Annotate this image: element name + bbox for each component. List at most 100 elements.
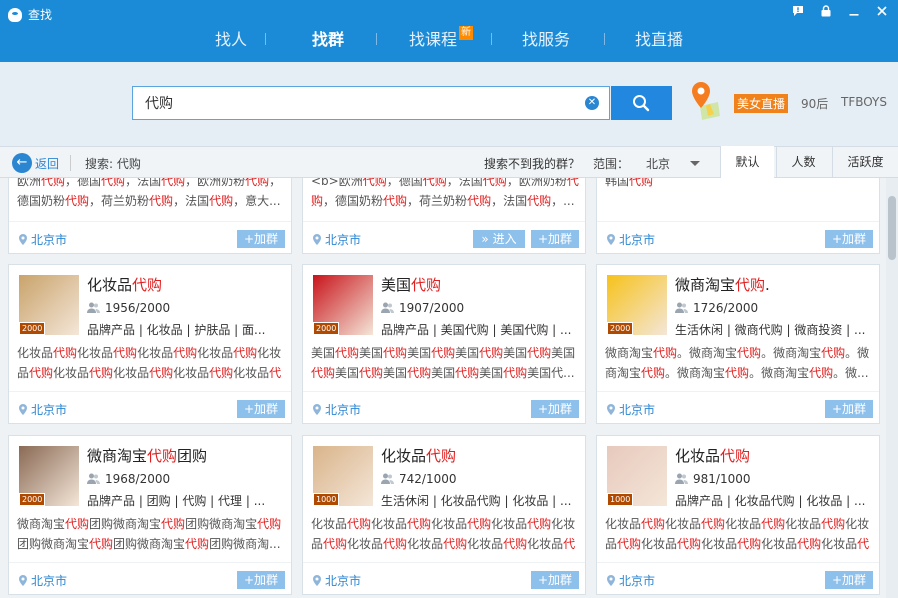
group-name-text: 化妆品 — [87, 276, 133, 294]
tab-find-groups[interactable]: 找群 — [312, 26, 344, 50]
group-name[interactable]: 微商淘宝代购团购 — [87, 445, 207, 466]
group-name-suffix: 团购 — [177, 447, 208, 465]
group-avatar[interactable]: 1000 — [607, 446, 667, 506]
range-label: 范围： — [593, 157, 630, 171]
location-pin-icon — [19, 234, 27, 245]
join-group-button[interactable]: +加群 — [825, 571, 873, 589]
card-footer: 北京市 +加群 — [303, 391, 585, 423]
back-arrow-icon: ← — [12, 153, 32, 173]
hot-search-tag[interactable]: 美女直播 — [734, 94, 789, 113]
range-select[interactable]: 北京 — [646, 155, 670, 172]
group-tags: 生活休闲 | 微商代购 | 微商投资 | ... — [675, 323, 866, 337]
back-button[interactable]: ← 返回 — [12, 153, 59, 173]
join-group-button[interactable]: +加群 — [237, 400, 285, 418]
group-location: 北京市 — [313, 231, 361, 248]
hot-search-term[interactable]: 90后 — [801, 95, 828, 112]
join-group-button[interactable]: +加群 — [825, 230, 873, 248]
group-name[interactable]: 化妆品代购 — [381, 445, 456, 466]
tab-find-people[interactable]: 找人 — [215, 26, 247, 50]
join-group-button[interactable]: +加群 — [825, 400, 873, 418]
feedback-icon[interactable] — [788, 4, 808, 22]
group-avatar[interactable]: 2000 — [607, 275, 667, 335]
tab-find-courses-label: 找课程 — [409, 30, 458, 49]
group-name-text: 微商淘宝 — [675, 276, 736, 294]
avatar: 2000 — [19, 446, 79, 506]
card-footer: 北京市 » 进入 +加群 — [303, 221, 585, 253]
card-footer: 北京市 +加群 — [597, 221, 879, 253]
hot-search-term[interactable]: TFBOYS — [841, 95, 887, 109]
sort-activity[interactable]: 活跃度 — [832, 146, 898, 178]
location-pin-icon — [607, 404, 615, 415]
group-level-badge: 2000 — [19, 493, 46, 506]
card-footer: 北京市 +加群 — [303, 562, 585, 594]
card-footer: 北京市 +加群 — [597, 391, 879, 423]
group-card[interactable]: 2000 微商淘宝代购. 1726/2000 生活休闲 | 微商代购 | 微商投… — [596, 264, 880, 424]
sort-default[interactable]: 默认 — [720, 146, 774, 179]
keyword-highlight: 代购 — [527, 517, 552, 531]
search-input[interactable] — [133, 87, 553, 119]
group-tags: 生活休闲 | 化妆品代购 | 化妆品 | ... — [381, 494, 572, 508]
group-card[interactable]: 韩国代购 北京市 +加群 — [596, 178, 880, 254]
group-name[interactable]: 化妆品代购 — [87, 274, 162, 295]
group-card[interactable]: 1000 化妆品代购 742/1000 生活休闲 | 化妆品代购 | 化妆品 |… — [302, 435, 586, 595]
join-group-button[interactable]: +加群 — [531, 230, 579, 248]
search-area: ✕ 美女直播 90后 TFBOYS — [0, 62, 898, 146]
not-found-link[interactable]: 搜索不到我的群？ — [484, 155, 580, 172]
keyword-highlight: 代购 — [503, 537, 528, 551]
chevron-down-icon[interactable] — [690, 161, 700, 166]
search-button[interactable] — [611, 86, 672, 120]
group-card[interactable]: 2000 美国代购 1907/2000 品牌产品 | 美国代购 | 美国代购 |… — [302, 264, 586, 424]
keyword-highlight: 代购 — [479, 346, 504, 360]
scrollbar-thumb[interactable] — [888, 196, 896, 260]
map-pin-icon[interactable] — [688, 80, 722, 120]
group-avatar[interactable]: 2000 — [313, 275, 373, 335]
tab-find-services[interactable]: 找服务 — [522, 26, 570, 50]
keyword-highlight: 代购 — [209, 366, 234, 380]
group-card[interactable]: <b>欧洲代购，德国代购，法国代购，欧洲奶粉代购，德国奶粉代购，荷兰奶粉代购，法… — [302, 178, 586, 254]
join-group-button[interactable]: +加群 — [531, 400, 579, 418]
keyword-highlight: 代购 — [335, 346, 360, 360]
title-bar: 查找 找人 找群 找课程新 找服务 找直播 — [0, 0, 898, 62]
group-name[interactable]: 化妆品代购 — [675, 445, 750, 466]
clear-search-icon[interactable]: ✕ — [585, 96, 599, 110]
group-card[interactable]: 2000 化妆品代购 1956/2000 品牌产品 | 化妆品 | 护肤品 | … — [8, 264, 292, 424]
group-name[interactable]: 微商淘宝代购. — [675, 274, 770, 295]
join-group-button[interactable]: +加群 — [531, 571, 579, 589]
search-summary: 搜索: 代购 — [85, 157, 141, 171]
join-group-button[interactable]: +加群 — [237, 571, 285, 589]
members-icon — [87, 302, 100, 313]
members-icon — [675, 302, 688, 313]
close-icon[interactable] — [872, 4, 892, 22]
tab-find-courses[interactable]: 找课程新 — [409, 26, 474, 50]
avatar: 2000 — [313, 275, 373, 335]
group-avatar[interactable]: 2000 — [19, 275, 79, 335]
group-avatar[interactable]: 1000 — [313, 446, 373, 506]
avatar: 1000 — [607, 446, 667, 506]
group-name[interactable]: 美国代购 — [381, 274, 441, 295]
keyword-highlight: 代购 — [641, 517, 666, 531]
group-name-highlight: 代购 — [720, 447, 751, 465]
member-count-text: 1956/2000 — [105, 301, 171, 315]
group-card[interactable]: 2000 微商淘宝代购团购 1968/2000 品牌产品 | 团购 | 代购 |… — [8, 435, 292, 595]
group-level-badge: 1000 — [607, 493, 634, 506]
tab-find-live[interactable]: 找直播 — [635, 26, 683, 50]
keyword-highlight: 代购 — [641, 366, 666, 380]
keyword-highlight: 代购 — [323, 537, 348, 551]
group-name-highlight: 代购 — [147, 447, 178, 465]
group-name-text: 化妆品 — [675, 447, 721, 465]
location-text: 北京市 — [31, 574, 68, 588]
group-level-badge: 1000 — [313, 493, 340, 506]
divider — [70, 155, 71, 171]
group-card[interactable]: 欧洲代购，德国代购，法国代购，欧洲奶粉代购，德国奶粉代购，荷兰奶粉代购，法国代购… — [8, 178, 292, 254]
sort-members[interactable]: 人数 — [776, 146, 830, 178]
group-avatar[interactable]: 2000 — [19, 446, 79, 506]
keyword-highlight: 代购 — [257, 517, 282, 531]
join-group-button[interactable]: +加群 — [237, 230, 285, 248]
location-text: 北京市 — [619, 574, 656, 588]
group-level-badge: 2000 — [19, 322, 46, 335]
keyword-highlight: 代购 — [161, 517, 186, 531]
lock-icon[interactable] — [816, 4, 836, 22]
group-card[interactable]: 1000 化妆品代购 981/1000 品牌产品 | 化妆品代购 | 化妆品 |… — [596, 435, 880, 595]
minimize-icon[interactable] — [844, 4, 864, 22]
enter-group-button[interactable]: » 进入 — [473, 230, 525, 248]
